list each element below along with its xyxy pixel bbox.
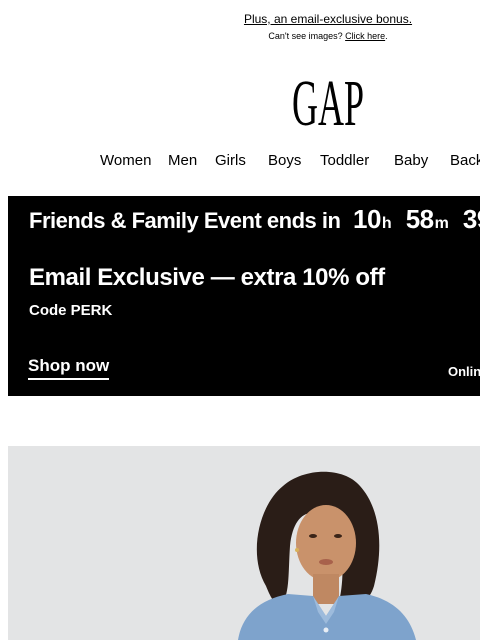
bonus-link[interactable]: Plus, an email-exclusive bonus. bbox=[244, 12, 412, 26]
countdown-timer: 10h 58m 39 bbox=[353, 204, 480, 235]
countdown-minutes-unit: m bbox=[434, 215, 449, 232]
gap-logo[interactable]: GAP bbox=[290, 67, 370, 140]
promo-code: Code PERK bbox=[29, 302, 113, 319]
nav-item-baby[interactable]: Baby bbox=[394, 152, 428, 169]
online-note: Online bbox=[448, 364, 480, 379]
gap-logo-mark: GAP bbox=[292, 67, 364, 140]
view-online-line: Can't see images? Click here. bbox=[0, 31, 480, 41]
nav-item-girls[interactable]: Girls bbox=[215, 152, 246, 169]
period: . bbox=[385, 31, 388, 41]
countdown-hours: 10 bbox=[353, 204, 381, 234]
nav-item-women[interactable]: Women bbox=[100, 152, 151, 169]
event-text: Friends & Family Event ends in bbox=[29, 208, 341, 233]
click-here-link[interactable]: Click here bbox=[345, 31, 385, 41]
promo-banner[interactable]: Friends & Family Event ends in 10h58m39 … bbox=[8, 196, 480, 396]
countdown-minutes: 58 bbox=[405, 204, 434, 234]
shop-now-button[interactable]: Shop now bbox=[28, 356, 110, 380]
category-nav: Women Men Girls Boys Toddler Baby Back bbox=[0, 152, 480, 172]
preheader: Plus, an email-exclusive bonus. Can't se… bbox=[0, 10, 480, 41]
nav-item-boys[interactable]: Boys bbox=[268, 152, 301, 169]
nav-item-men[interactable]: Men bbox=[168, 152, 197, 169]
cant-see-text: Can't see images? bbox=[268, 31, 343, 41]
nav-item-toddler[interactable]: Toddler bbox=[320, 152, 369, 169]
countdown-seconds: 39 bbox=[462, 204, 480, 234]
hero-image[interactable] bbox=[8, 446, 480, 640]
logo-text: GAP bbox=[292, 68, 364, 130]
nav-item-back[interactable]: Back bbox=[450, 152, 480, 169]
countdown-hours-unit: h bbox=[381, 215, 392, 232]
model-photo bbox=[8, 446, 480, 640]
promo-headline: Email Exclusive — extra 10% off bbox=[29, 264, 385, 291]
